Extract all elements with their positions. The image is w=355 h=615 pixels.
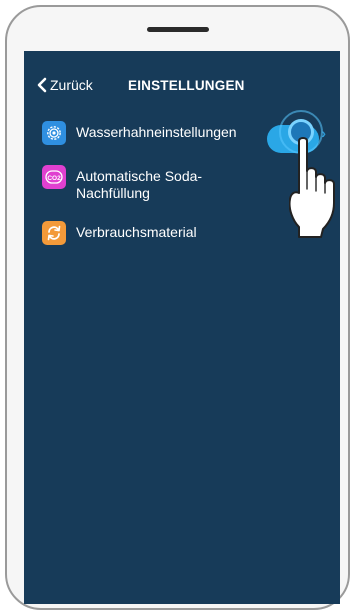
back-label: Zurück: [50, 77, 93, 93]
co2-icon: CO2: [42, 165, 66, 189]
page-title: EINSTELLUNGEN: [128, 78, 245, 93]
settings-item-auto-soda-refill[interactable]: CO2 Automatische Soda- Nachfüllung: [42, 165, 272, 202]
settings-item-label: Wasserhahneinstellungen: [76, 124, 237, 140]
label-line-2: Nachfüllung: [76, 185, 150, 201]
settings-item-label: Verbrauchsmaterial: [76, 224, 197, 240]
settings-item-label: Automatische Soda- Nachfüllung: [76, 168, 202, 202]
gear-icon: [42, 121, 66, 145]
tapping-hand-icon: [289, 137, 335, 238]
svg-text:CO2: CO2: [47, 175, 61, 182]
back-button[interactable]: Zurück: [36, 77, 93, 93]
refresh-icon: [42, 221, 66, 245]
phone-speaker: [147, 27, 209, 32]
label-line-1: Automatische Soda-: [76, 168, 203, 184]
chevron-left-icon: [37, 77, 47, 93]
phone-frame: Zurück EINSTELLUNGEN Wasserhahneinstellu…: [5, 5, 350, 610]
navigation-bar: Zurück EINSTELLUNGEN: [24, 51, 340, 119]
